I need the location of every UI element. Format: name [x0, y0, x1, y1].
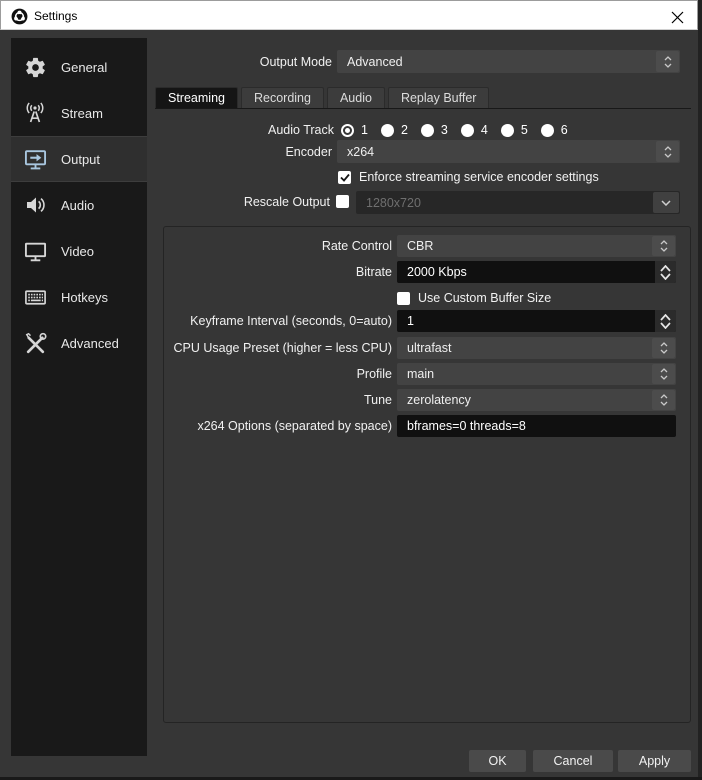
enforce-encoder-settings-row: Enforce streaming service encoder settin…: [338, 167, 599, 187]
x264-options-label: x264 Options (separated by space): [170, 415, 392, 437]
cancel-button[interactable]: Cancel: [533, 750, 613, 772]
sidebar-item-label: Output: [61, 152, 100, 167]
audio-track-option-3[interactable]: 3: [421, 123, 448, 137]
sidebar-item-label: Advanced: [61, 336, 119, 351]
sidebar-item-stream[interactable]: Stream: [11, 90, 147, 136]
audio-track-option-1[interactable]: 1: [341, 123, 368, 137]
profile-label: Profile: [170, 363, 392, 385]
spinner-arrows-icon[interactable]: [652, 390, 675, 410]
rescale-checkbox-unchecked[interactable]: [336, 195, 349, 208]
keyframe-interval-spinbox[interactable]: 1: [397, 310, 676, 332]
tune-value: zerolatency: [407, 393, 471, 407]
keyboard-icon: [22, 285, 48, 310]
sidebar-item-output[interactable]: Output: [11, 136, 147, 182]
speaker-icon: [22, 193, 48, 217]
tune-select[interactable]: zerolatency: [397, 389, 676, 411]
output-mode-label: Output Mode: [155, 51, 332, 73]
bitrate-spinbox[interactable]: 2000 Kbps: [397, 261, 676, 283]
rate-control-label: Rate Control: [170, 235, 392, 257]
audio-track-option-5[interactable]: 5: [501, 123, 528, 137]
sidebar-item-label: General: [61, 60, 107, 75]
checkbox-checked-icon[interactable]: [338, 171, 351, 184]
ok-button[interactable]: OK: [469, 750, 526, 772]
cpu-preset-value: ultrafast: [407, 341, 451, 355]
radio-icon[interactable]: [461, 124, 474, 137]
sidebar-item-label: Hotkeys: [61, 290, 108, 305]
tools-icon: [22, 331, 48, 356]
custom-buffer-size-row: Use Custom Buffer Size: [397, 289, 551, 307]
tab-recording[interactable]: Recording: [241, 87, 324, 108]
keyframe-interval-value: 1: [407, 314, 414, 328]
obs-logo-icon: [11, 8, 28, 30]
sidebar-item-general[interactable]: General: [11, 44, 147, 90]
spinner-arrows-icon[interactable]: [656, 51, 679, 72]
cpu-preset-label: CPU Usage Preset (higher = less CPU): [170, 337, 392, 359]
encoder-label: Encoder: [155, 141, 332, 163]
sidebar-item-hotkeys[interactable]: Hotkeys: [11, 274, 147, 320]
spinbox-arrows-icon[interactable]: [655, 261, 676, 283]
radio-icon[interactable]: [541, 124, 554, 137]
broadcast-icon: [22, 101, 48, 125]
titlebar: Settings: [0, 0, 698, 30]
sidebar-item-audio[interactable]: Audio: [11, 182, 147, 228]
radio-icon[interactable]: [381, 124, 394, 137]
rate-control-select[interactable]: CBR: [397, 235, 676, 257]
audio-track-label: Audio Track: [155, 119, 334, 141]
tab-replay-buffer[interactable]: Replay Buffer: [388, 87, 490, 108]
custom-buffer-size-label: Use Custom Buffer Size: [418, 291, 551, 305]
apply-button[interactable]: Apply: [618, 750, 691, 772]
tabbar-baseline: [155, 108, 691, 109]
window-title: Settings: [34, 9, 77, 23]
sidebar-item-advanced[interactable]: Advanced: [11, 320, 147, 366]
tab-streaming[interactable]: Streaming: [155, 87, 238, 108]
output-mode-value: Advanced: [347, 55, 403, 69]
enforce-encoder-settings-label: Enforce streaming service encoder settin…: [359, 170, 599, 184]
audio-track-option-4[interactable]: 4: [461, 123, 488, 137]
settings-window: Settings General: [0, 0, 702, 780]
spinner-arrows-icon[interactable]: [652, 236, 675, 256]
spinner-arrows-icon[interactable]: [656, 141, 679, 162]
sidebar-item-video[interactable]: Video: [11, 228, 147, 274]
audio-track-option-2[interactable]: 2: [381, 123, 408, 137]
close-icon[interactable]: [669, 9, 685, 25]
bitrate-label: Bitrate: [170, 261, 392, 283]
encoder-select[interactable]: x264: [337, 140, 680, 163]
output-tabbar: Streaming Recording Audio Replay Buffer: [155, 87, 492, 108]
sidebar-item-label: Audio: [61, 198, 94, 213]
cpu-preset-select[interactable]: ultrafast: [397, 337, 676, 359]
spinner-arrows-icon[interactable]: [652, 338, 675, 358]
dropdown-chevron-icon: [653, 192, 679, 213]
x264-options-value: bframes=0 threads=8: [407, 419, 526, 433]
keyframe-interval-label: Keyframe Interval (seconds, 0=auto): [170, 310, 392, 332]
rescale-resolution-value: 1280x720: [366, 196, 421, 210]
spinbox-arrows-icon[interactable]: [655, 310, 676, 332]
radio-icon[interactable]: [421, 124, 434, 137]
sidebar-item-label: Stream: [61, 106, 103, 121]
bitrate-value: 2000 Kbps: [407, 265, 467, 279]
output-monitor-arrow-icon: [22, 147, 48, 172]
radio-selected-icon[interactable]: [341, 124, 354, 137]
settings-sidebar: General Stream: [11, 38, 147, 756]
spinner-arrows-icon[interactable]: [652, 364, 675, 384]
checkbox-unchecked-icon[interactable]: [397, 292, 410, 305]
rate-control-value: CBR: [407, 239, 433, 253]
radio-icon[interactable]: [501, 124, 514, 137]
audio-track-option-6[interactable]: 6: [541, 123, 568, 137]
profile-value: main: [407, 367, 434, 381]
background-window-edge-right: [698, 0, 702, 780]
rescale-resolution-select: 1280x720: [356, 191, 680, 214]
audio-track-radio-group: 1 2 3 4 5 6: [341, 119, 581, 141]
monitor-icon: [22, 239, 48, 264]
x264-options-input[interactable]: bframes=0 threads=8: [397, 415, 676, 437]
encoder-value: x264: [347, 145, 374, 159]
gear-icon: [22, 56, 48, 79]
tab-audio[interactable]: Audio: [327, 87, 385, 108]
tune-label: Tune: [170, 389, 392, 411]
sidebar-item-label: Video: [61, 244, 94, 259]
rescale-output-label: Rescale Output: [155, 191, 330, 213]
output-mode-select[interactable]: Advanced: [337, 50, 680, 73]
profile-select[interactable]: main: [397, 363, 676, 385]
